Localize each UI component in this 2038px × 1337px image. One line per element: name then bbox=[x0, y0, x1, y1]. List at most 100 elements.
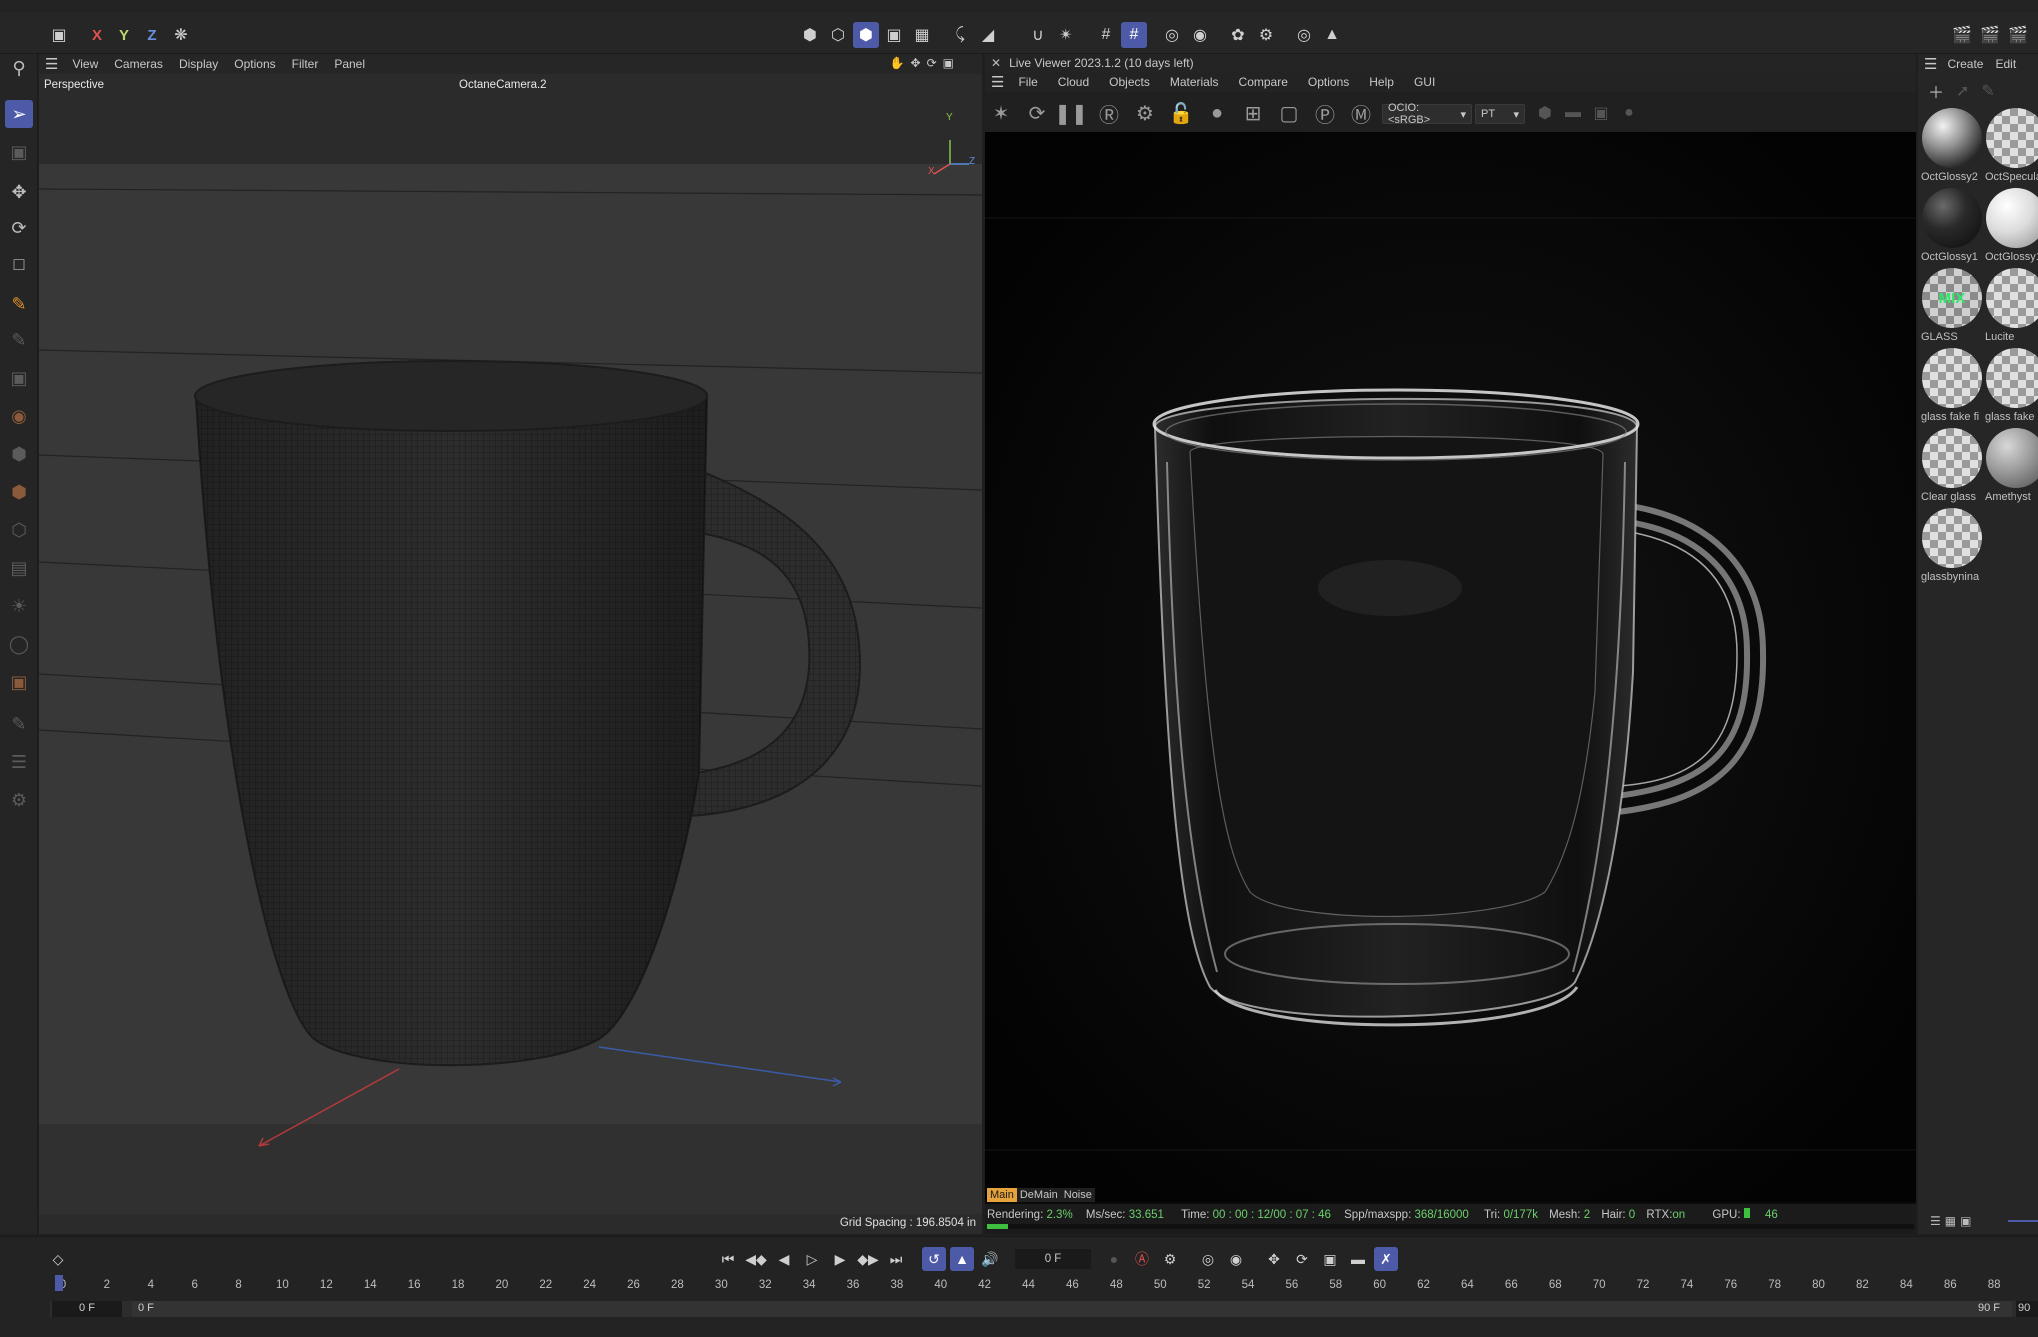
material-swatch[interactable]: Clear glass bbox=[1921, 428, 1983, 508]
range-bar[interactable]: 0 F 90 F bbox=[132, 1301, 2012, 1317]
camera-icon[interactable]: ▣ bbox=[1587, 99, 1615, 127]
autokey-icon[interactable]: Ⓐ bbox=[1130, 1247, 1154, 1271]
target-icon[interactable]: ◉ bbox=[1187, 22, 1213, 48]
render-settings-icon[interactable]: 🎬 bbox=[2005, 22, 2031, 48]
generator-icon[interactable]: ◉ bbox=[5, 402, 33, 430]
render-view-icon[interactable]: 🎬 bbox=[1949, 22, 1975, 48]
sound-icon[interactable]: 🔊 bbox=[978, 1247, 1002, 1271]
symmetry-icon[interactable]: ✿ bbox=[1225, 22, 1251, 48]
snap-icon[interactable]: ∪ bbox=[1025, 22, 1051, 48]
sculpt-icon[interactable]: ☰ bbox=[5, 748, 33, 776]
add-region-icon[interactable]: ⊞ bbox=[1239, 99, 1267, 127]
workplane-icon[interactable]: # bbox=[1121, 22, 1147, 48]
spiral-icon[interactable]: ◎ bbox=[1159, 22, 1185, 48]
material-swatch[interactable]: OctGlossy1 bbox=[1985, 188, 2038, 268]
range-end-field[interactable]: 90 bbox=[2016, 1301, 2038, 1317]
undo-history-icon[interactable]: ▣ bbox=[46, 22, 72, 48]
camera-icon[interactable]: ◯ bbox=[5, 630, 33, 658]
material-ball-icon[interactable]: ● bbox=[1203, 99, 1231, 127]
zoom-slider[interactable] bbox=[2008, 1220, 2038, 1222]
polygons-mode-icon[interactable]: ⬢ bbox=[853, 22, 879, 48]
hamburger-icon[interactable]: ☰ bbox=[45, 55, 58, 73]
menu-cameras[interactable]: Cameras bbox=[114, 57, 163, 71]
axis-y-toggle[interactable]: Y bbox=[111, 22, 137, 48]
enable-axis-icon[interactable]: ◢ bbox=[975, 22, 1001, 48]
menu-view[interactable]: View bbox=[72, 57, 98, 71]
eyedropper-icon[interactable]: ✎ bbox=[1981, 81, 1994, 101]
next-frame-icon[interactable]: ▶ bbox=[828, 1247, 852, 1271]
add-material-icon[interactable]: ＋ bbox=[1928, 79, 1944, 103]
menu-options[interactable]: Options bbox=[234, 57, 275, 71]
paint-icon[interactable]: ✎ bbox=[5, 710, 33, 738]
range-start-field[interactable]: 0 F bbox=[52, 1301, 122, 1317]
lock-icon[interactable]: 🔓 bbox=[1167, 99, 1195, 127]
region-render-icon[interactable]: Ⓡ bbox=[1095, 99, 1123, 127]
deformer-icon[interactable]: ⬢ bbox=[5, 440, 33, 468]
scale-icon[interactable]: □ bbox=[5, 250, 33, 278]
move-icon[interactable]: ✥ bbox=[5, 178, 33, 206]
key-param-icon[interactable]: ⟳ bbox=[1290, 1247, 1314, 1271]
lv-menu-help[interactable]: Help bbox=[1369, 75, 1394, 89]
viewport-canvas[interactable]: Perspective OctaneCamera.2 Y X Z bbox=[39, 74, 982, 1214]
key-pla-icon[interactable]: ▣ bbox=[1318, 1247, 1342, 1271]
key-points-icon[interactable]: ▬ bbox=[1346, 1247, 1370, 1271]
snap-settings-icon[interactable]: ✴ bbox=[1053, 22, 1079, 48]
rotate-icon[interactable]: ⟳ bbox=[5, 214, 33, 242]
live-selection-icon[interactable]: ✎ bbox=[5, 290, 33, 318]
material-swatch[interactable]: OctGlossy1 bbox=[1921, 188, 1983, 268]
focus-picker-icon[interactable]: Ⓟ bbox=[1311, 99, 1339, 127]
menu-panel[interactable]: Panel bbox=[334, 57, 365, 71]
spline-icon[interactable]: ⬡ bbox=[5, 516, 33, 544]
points-mode-icon[interactable]: ⬢ bbox=[797, 22, 823, 48]
material-swatch[interactable]: Amethyst bbox=[1985, 428, 2038, 508]
material-swatch[interactable]: OctSpecular bbox=[1985, 108, 2038, 188]
settings-icon[interactable]: ⚙ bbox=[1131, 99, 1159, 127]
lv-menu-options[interactable]: Options bbox=[1308, 75, 1349, 89]
axis-icon[interactable]: ⤹ bbox=[947, 22, 973, 48]
frame-range[interactable]: 0 F 0 F 90 F 90 bbox=[50, 1301, 2038, 1317]
menu-edit[interactable]: Edit bbox=[1995, 57, 2016, 71]
tag-icon[interactable]: ▣ bbox=[5, 668, 33, 696]
loop-icon[interactable]: ↺ bbox=[922, 1247, 946, 1271]
light-icon[interactable]: ☀ bbox=[5, 592, 33, 620]
material-picker-icon[interactable]: Ⓜ bbox=[1347, 99, 1375, 127]
prev-key-icon[interactable]: ◀◆ bbox=[744, 1247, 768, 1271]
perspective-viewport[interactable]: ☰ View Cameras Display Options Filter Pa… bbox=[39, 54, 982, 1234]
tab-noise[interactable]: Noise bbox=[1060, 1188, 1095, 1202]
brush-icon[interactable]: ✎ bbox=[5, 326, 33, 354]
key-position-icon[interactable]: ◎ bbox=[1196, 1247, 1220, 1271]
menu-create[interactable]: Create bbox=[1947, 57, 1983, 71]
tab-demain[interactable]: DeMain bbox=[1016, 1188, 1061, 1202]
render-icon[interactable]: 🎬 bbox=[1977, 22, 2003, 48]
view-mode-icons[interactable]: ☰▦▣ bbox=[1930, 1214, 1975, 1228]
search-icon[interactable]: ⚲ bbox=[5, 54, 33, 82]
material-swatch[interactable]: OctGlossy2 bbox=[1921, 108, 1983, 188]
play-icon[interactable]: ▷ bbox=[800, 1247, 824, 1271]
lv-menu-file[interactable]: File bbox=[1018, 75, 1037, 89]
go-to-end-icon[interactable]: ⏭ bbox=[884, 1247, 908, 1271]
cube-icon[interactable]: ▣ bbox=[5, 364, 33, 392]
menu-display[interactable]: Display bbox=[179, 57, 218, 71]
key-rotation-icon[interactable]: ◉ bbox=[1224, 1247, 1248, 1271]
material-swatch[interactable]: glass fake fi bbox=[1921, 348, 1983, 428]
ocio-select[interactable]: OCIO:<sRGB> ▾ bbox=[1382, 102, 1472, 126]
viewport-nav-icons[interactable]: ✋✥⟳▣ bbox=[890, 56, 960, 70]
playback-range-icon[interactable]: ▲ bbox=[950, 1247, 974, 1271]
scene-icon[interactable]: ▤ bbox=[5, 554, 33, 582]
box-icon[interactable]: ▬ bbox=[1559, 99, 1587, 127]
active-camera-label[interactable]: OctaneCamera.2 bbox=[459, 79, 547, 91]
restart-render-icon[interactable]: ⟳ bbox=[1023, 99, 1051, 127]
coordinate-system-icon[interactable]: ❋ bbox=[168, 22, 194, 48]
record-icon[interactable]: ● bbox=[1102, 1247, 1126, 1271]
material-swatch[interactable]: Lucite bbox=[1985, 268, 2038, 348]
current-frame-field[interactable]: 0 F bbox=[1015, 1249, 1091, 1269]
prev-frame-icon[interactable]: ◀ bbox=[772, 1247, 796, 1271]
close-icon[interactable]: ✕ bbox=[991, 56, 1001, 70]
kernel-select[interactable]: PT ▾ bbox=[1475, 104, 1525, 124]
keyframe-icon[interactable]: ◇ bbox=[46, 1247, 70, 1271]
sphere-icon[interactable]: ● bbox=[1615, 99, 1643, 127]
material-swatch[interactable]: glassbynina bbox=[1921, 508, 1983, 588]
axis-z-toggle[interactable]: Z bbox=[139, 22, 165, 48]
menu-filter[interactable]: Filter bbox=[292, 57, 319, 71]
tab-main[interactable]: Main bbox=[987, 1188, 1017, 1202]
